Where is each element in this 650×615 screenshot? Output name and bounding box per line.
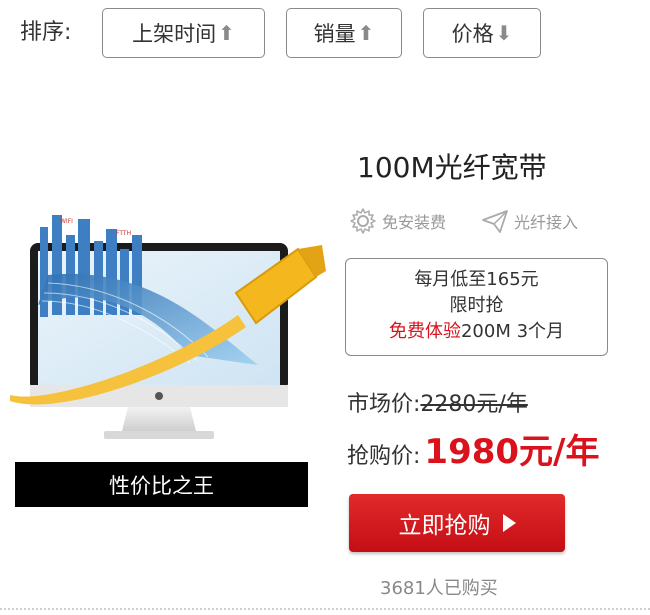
image-label-wifi: WIFI: [60, 218, 73, 225]
product-title[interactable]: 100M光纤宽带: [357, 150, 547, 186]
sort-by-listing-time-button[interactable]: 上架时间 ⬆: [102, 8, 265, 58]
play-arrow-icon: [502, 514, 516, 532]
tag-banner: 性价比之王: [15, 462, 308, 507]
page: 排序: 上架时间 ⬆ 销量 ⬆ 价格 ⬇ WIFI FTTH 性价比之王 100…: [0, 0, 650, 615]
promo-line: 免费体验200M 3个月: [346, 319, 607, 345]
sold-count: 3681人已购买: [380, 578, 498, 599]
sort-button-label: 上架时间: [132, 22, 217, 46]
feature-label: 光纤接入: [514, 213, 579, 232]
feature-free-install: 免安装费: [348, 206, 446, 236]
sort-button-label: 价格: [451, 22, 494, 46]
sort-by-price-button[interactable]: 价格 ⬇: [423, 8, 541, 58]
promo-line: 限时抢: [449, 295, 504, 316]
monitor-base: [104, 431, 214, 439]
promo-highlight: 免费体验: [388, 321, 461, 342]
buy-button-label: 立即抢购: [398, 513, 491, 539]
arrow-down-icon: ⬇: [495, 21, 513, 45]
image-label-ftth: FTTH: [116, 230, 131, 237]
sort-bar: 排序: 上架时间 ⬆ 销量 ⬆ 价格 ⬇: [0, 0, 650, 70]
arrow-up-icon: ⬆: [357, 21, 375, 45]
market-price-value: 2280元/年: [420, 392, 528, 417]
rush-price-value: 1980元/年: [424, 432, 600, 472]
divider: [0, 608, 650, 610]
promo-line: 每月低至165元: [414, 269, 539, 290]
promo-detail: 200M 3个月: [460, 321, 565, 342]
market-price-label: 市场价:: [347, 392, 421, 417]
gear-icon: [350, 208, 376, 234]
sort-by-sales-button[interactable]: 销量 ⬆: [286, 8, 402, 58]
sort-button-label: 销量: [313, 22, 356, 46]
feature-fiber-access: 光纤接入: [480, 208, 578, 234]
sort-label: 排序:: [20, 20, 72, 45]
monitor-stand: [122, 407, 196, 431]
paper-plane-icon: [482, 210, 508, 233]
promo-box: 每月低至165元 限时抢 免费体验200M 3个月: [345, 258, 608, 356]
feature-label: 免安装费: [382, 213, 447, 232]
arrow-up-icon: ⬆: [218, 21, 235, 45]
rush-price-row: 抢购价: 1980元/年: [347, 430, 599, 479]
market-price-row: 市场价:2280元/年: [347, 390, 528, 420]
buy-now-button[interactable]: 立即抢购: [349, 494, 565, 552]
product-image[interactable]: WIFI FTTH: [8, 205, 330, 450]
power-button-icon: [155, 392, 163, 400]
feature-list: 免安装费 光纤接入: [348, 206, 612, 236]
rush-price-label: 抢购价:: [347, 444, 421, 469]
